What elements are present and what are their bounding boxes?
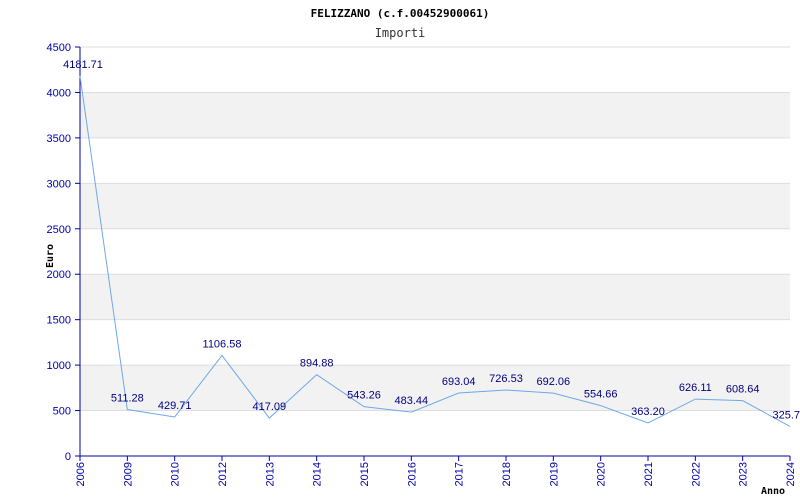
grid-band <box>80 92 790 138</box>
data-label: 626.11 <box>679 382 712 394</box>
x-tick-label: 2021 <box>643 462 655 486</box>
x-tick-label: 2006 <box>75 462 87 486</box>
y-tick-label: 500 <box>53 406 71 418</box>
y-axis-label: Euro <box>45 244 56 268</box>
chart-subtitle: Importi <box>375 26 426 40</box>
grid-bands <box>80 92 790 411</box>
data-label: 4181.71 <box>63 59 103 71</box>
chart-title: FELIZZANO (c.f.00452900061) <box>311 7 490 20</box>
data-label: 543.26 <box>347 390 381 402</box>
x-tick-label: 2018 <box>501 462 513 486</box>
data-label: 417.09 <box>253 401 287 413</box>
data-label: 483.44 <box>395 395 429 407</box>
x-tick-label: 2017 <box>454 462 466 486</box>
y-tick-label: 1500 <box>47 315 71 327</box>
x-tick-label: 2020 <box>596 462 608 486</box>
x-tick-label: 2015 <box>359 462 371 486</box>
x-tick-label: 2012 <box>217 462 229 486</box>
x-tick-label: 2014 <box>312 462 324 486</box>
x-tick-label: 2019 <box>548 462 560 486</box>
data-label: 363.20 <box>631 406 665 418</box>
y-tick-label: 3000 <box>47 178 71 190</box>
data-label: 693.04 <box>442 376 476 388</box>
data-label: 608.64 <box>726 384 760 396</box>
x-tick-label: 2009 <box>122 462 134 486</box>
data-label: 692.06 <box>537 376 571 388</box>
data-label: 894.88 <box>300 358 334 370</box>
y-tick-label: 2000 <box>47 269 71 281</box>
y-tick-label: 0 <box>65 451 71 463</box>
y-tick-label: 3500 <box>47 133 71 145</box>
data-label: 726.53 <box>489 373 523 385</box>
x-tick-label: 2010 <box>170 462 182 486</box>
data-label: 325.7 <box>772 409 800 421</box>
y-tick-label: 4000 <box>47 87 71 99</box>
data-label: 554.66 <box>584 389 618 401</box>
data-label: 1106.58 <box>203 338 242 350</box>
x-tick-label: 2023 <box>738 462 750 486</box>
x-axis-label: Anno <box>761 486 785 497</box>
x-tick-label: 2013 <box>264 462 276 486</box>
grid-band <box>80 183 790 229</box>
data-label: 429.71 <box>158 400 192 412</box>
grid-band <box>80 274 790 320</box>
y-tick-label: 1000 <box>47 360 71 372</box>
x-tick-label: 2016 <box>406 462 418 486</box>
data-label: 511.28 <box>111 393 144 405</box>
y-tick-label: 4500 <box>47 42 71 54</box>
x-tick-labels: 2006 2009 2010 2012 2013 2014 2015 2016 2017 2018… <box>75 456 797 486</box>
x-tick-label: 2024 <box>785 462 797 486</box>
line-chart: FELIZZANO (c.f.00452900061) Importi 0 500… <box>45 7 800 497</box>
x-tick-label: 2022 <box>690 462 702 486</box>
y-tick-label: 2500 <box>47 224 71 236</box>
